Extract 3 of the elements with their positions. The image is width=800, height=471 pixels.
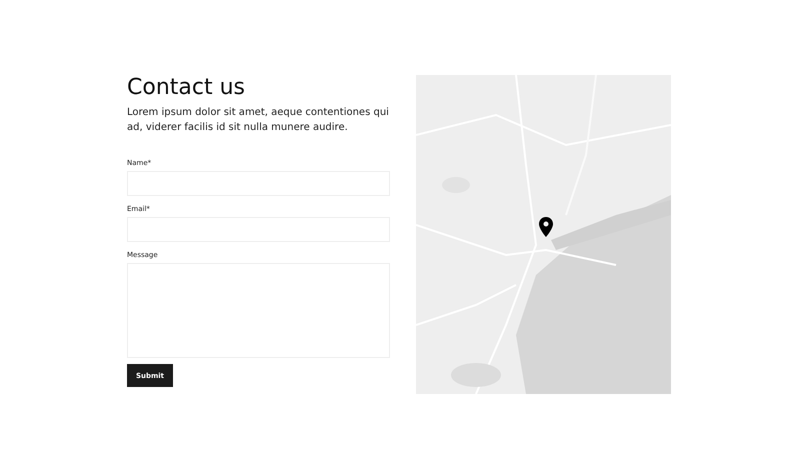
page-title: Contact us bbox=[127, 75, 246, 101]
map-pin-icon bbox=[539, 217, 553, 237]
intro-text: Lorem ipsum dolor sit amet, aeque contentiones qui ad, viderer facilis id sit nulla munere audire. bbox=[127, 106, 390, 135]
